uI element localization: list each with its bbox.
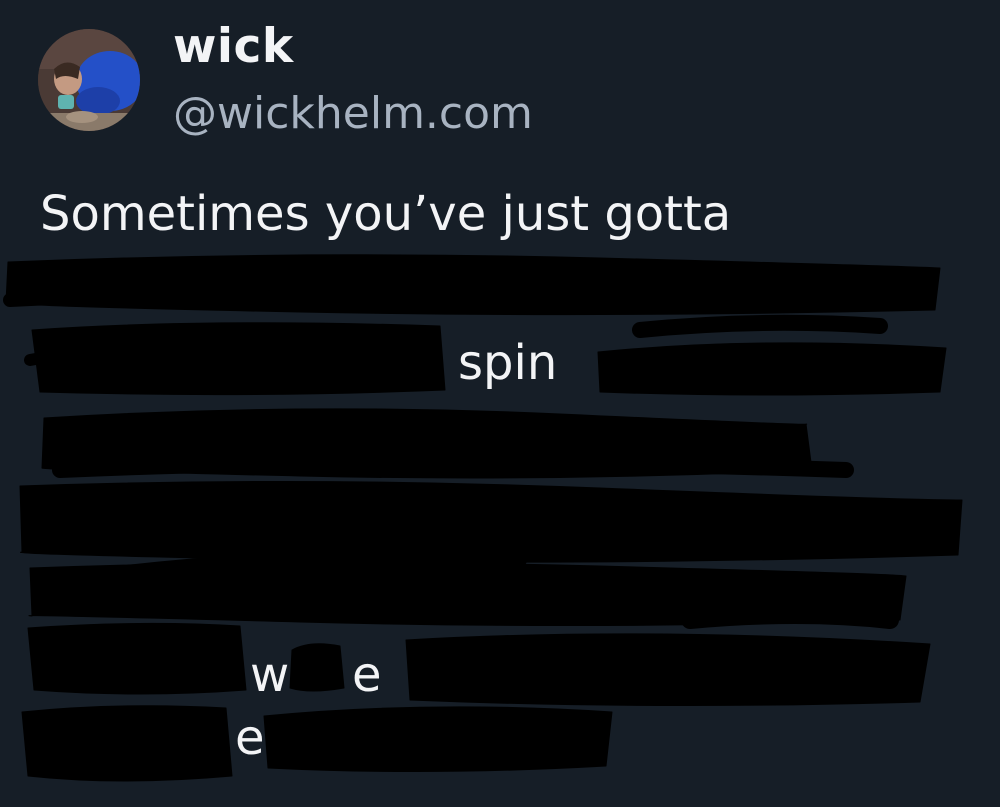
profile-photo-icon <box>38 29 140 131</box>
post-text-line: Sometimes you’ve just gotta <box>40 186 732 242</box>
display-name[interactable]: wick <box>173 17 294 77</box>
post-text-fragment: e <box>352 647 382 703</box>
avatar[interactable] <box>38 29 140 131</box>
post-card: wick @wickhelm.com Sometimes you’ve just… <box>0 0 1000 807</box>
handle[interactable]: @wickhelm.com <box>173 86 533 142</box>
post-text-fragment: e <box>235 710 265 766</box>
post-text-fragment: w <box>250 647 290 703</box>
post-text-fragment: spin <box>458 335 558 391</box>
